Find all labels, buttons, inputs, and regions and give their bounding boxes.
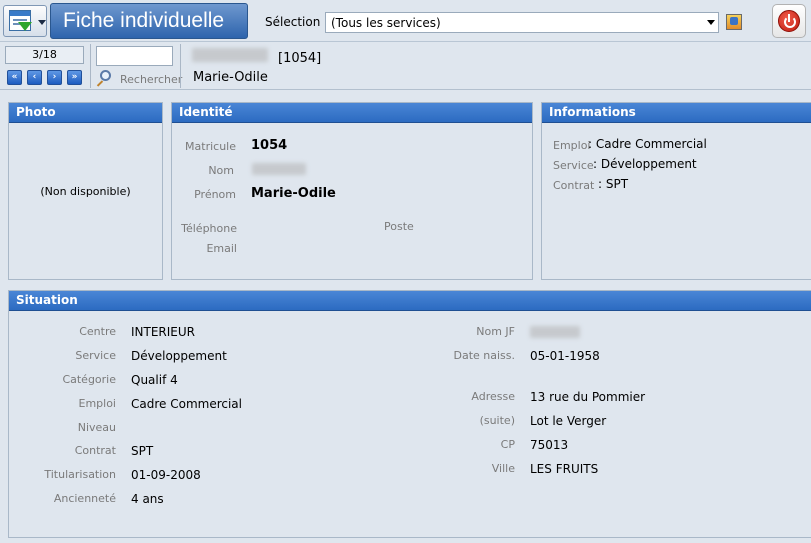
- emploi-value: : Cadre Commercial: [588, 137, 707, 151]
- divider: [180, 44, 181, 88]
- contrat-value: : SPT: [598, 177, 629, 191]
- prenom-label: Prénom: [194, 188, 236, 201]
- first-record-button[interactable]: «: [7, 70, 22, 85]
- selection-value: (Tous les services): [331, 16, 441, 30]
- divider: [90, 44, 91, 88]
- previous-record-button[interactable]: ‹: [27, 70, 42, 85]
- last-record-button[interactable]: »: [67, 70, 82, 85]
- title-bar: Fiche individuelle Sélection (Tous les s…: [0, 0, 811, 42]
- niveau-label: Niveau: [77, 421, 116, 434]
- page-title-plate: Fiche individuelle: [50, 3, 248, 39]
- selection-label: Sélection: [265, 15, 321, 29]
- identity-panel-title: Identité: [172, 103, 532, 123]
- service-value: : Développement: [593, 157, 697, 171]
- emploi-label: Emploi: [553, 139, 591, 152]
- centre-label: Centre: [79, 325, 116, 338]
- chevron-down-icon: [38, 20, 46, 25]
- prenom-value: Marie-Odile: [251, 186, 336, 201]
- situation-panel: Situation Centre INTERIEUR Service Dével…: [8, 290, 811, 538]
- anciennete-value: 4 ans: [131, 492, 164, 506]
- ville-value: LES FRUITS: [530, 462, 599, 476]
- service-label: Service: [75, 349, 116, 362]
- record-counter: 3/18: [5, 46, 84, 64]
- date-naissance-value: 05-01-1958: [530, 349, 600, 363]
- informations-panel: Informations Emploi : Cadre Commercial S…: [541, 102, 811, 280]
- redacted-nom-jf: [530, 326, 580, 338]
- contrat-label: Contrat: [553, 179, 595, 192]
- nom-jf-label: Nom JF: [476, 325, 515, 338]
- redacted-surname: [192, 48, 268, 62]
- emploi-label: Emploi: [78, 397, 117, 410]
- email-label: Email: [206, 242, 237, 255]
- informations-panel-title: Informations: [542, 103, 811, 123]
- ville-label: Ville: [491, 462, 515, 475]
- service-value: Développement: [131, 349, 227, 363]
- search-button-label: Rechercher: [120, 73, 183, 86]
- app-menu-button[interactable]: [3, 5, 47, 37]
- record-name: Marie-Odile: [193, 70, 268, 85]
- quit-button[interactable]: [772, 4, 806, 38]
- navigation-bar: 3/18 « ‹ › » Rechercher [1054] Marie-Odi…: [0, 42, 811, 90]
- filter-icon[interactable]: [726, 14, 742, 30]
- telephone-label: Téléphone: [181, 222, 237, 235]
- emploi-value: Cadre Commercial: [131, 397, 242, 411]
- nom-label: Nom: [208, 164, 234, 177]
- titularisation-value: 01-09-2008: [131, 468, 201, 482]
- selection-dropdown[interactable]: (Tous les services): [325, 12, 719, 33]
- next-record-button[interactable]: ›: [47, 70, 62, 85]
- matricule-value: 1054: [251, 138, 288, 153]
- adresse-label: Adresse: [471, 390, 515, 403]
- record-id: [1054]: [278, 51, 322, 66]
- categorie-value: Qualif 4: [131, 373, 178, 387]
- redacted-nom: [252, 163, 306, 175]
- page-title: Fiche individuelle: [63, 9, 225, 32]
- adresse-suite-value: Lot le Verger: [530, 414, 607, 428]
- dropdown-arrow-icon: [707, 20, 715, 25]
- date-naissance-label: Date naiss.: [453, 349, 515, 362]
- titularisation-label: Titularisation: [44, 468, 116, 481]
- centre-value: INTERIEUR: [131, 325, 196, 339]
- matricule-label: Matricule: [185, 140, 236, 153]
- power-icon: [778, 10, 800, 32]
- identity-panel: Identité Matricule 1054 Nom Prénom Marie…: [171, 102, 533, 280]
- service-label: Service: [553, 159, 594, 172]
- adresse-suite-label: (suite): [479, 414, 515, 427]
- photo-placeholder: (Non disponible): [40, 185, 131, 198]
- download-arrow-icon: [18, 22, 32, 31]
- cp-value: 75013: [530, 438, 569, 452]
- poste-label: Poste: [384, 220, 414, 233]
- photo-panel: Photo (Non disponible): [8, 102, 163, 280]
- anciennete-label: Ancienneté: [53, 492, 116, 505]
- cp-label: CP: [500, 438, 515, 451]
- situation-panel-title: Situation: [9, 291, 811, 311]
- adresse-value: 13 rue du Pommier: [530, 390, 646, 404]
- search-input[interactable]: [96, 46, 173, 66]
- photo-panel-title: Photo: [9, 103, 162, 123]
- categorie-label: Catégorie: [62, 373, 116, 386]
- contrat-value: SPT: [131, 444, 154, 458]
- contrat-label: Contrat: [74, 444, 116, 457]
